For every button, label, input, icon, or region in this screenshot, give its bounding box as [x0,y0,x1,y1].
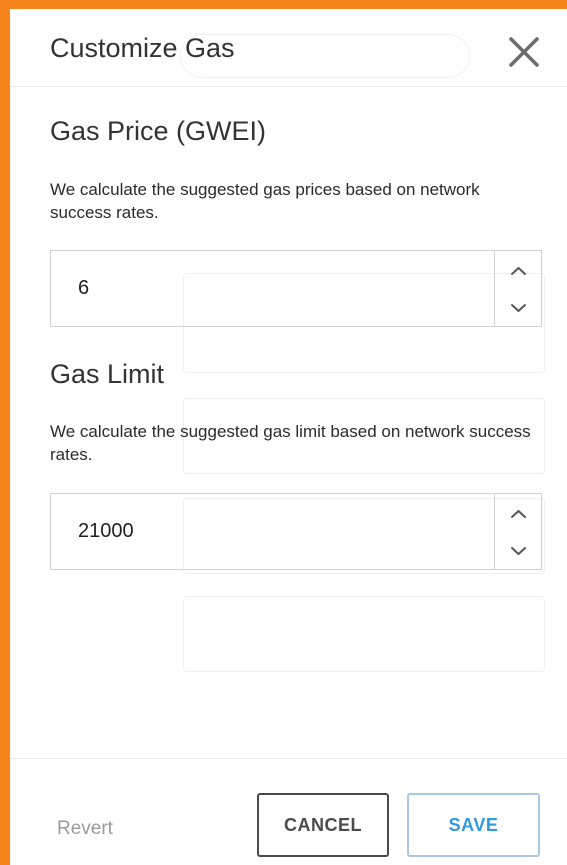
gas-limit-title: Gas Limit [50,359,165,389]
gas-price-decrement-button[interactable] [495,289,542,326]
gas-price-field [50,250,542,327]
gas-limit-input[interactable] [51,494,494,569]
accent-left-border [0,0,10,865]
gas-limit-stepper [494,494,541,569]
save-button[interactable]: SAVE [407,793,540,857]
gas-limit-field [50,493,542,570]
gas-limit-increment-button[interactable] [495,494,542,531]
gas-limit-decrement-button[interactable] [495,532,542,569]
gas-price-increment-button[interactable] [495,251,542,288]
chevron-up-icon [511,510,526,518]
modal-header: Customize Gas [10,9,567,87]
gas-price-title: Gas Price (GWEI) [50,116,267,146]
customize-gas-modal: Customize Gas Gas Price (GWEI) We calcul… [10,9,567,865]
gas-price-description: We calculate the suggested gas prices ba… [50,180,480,222]
chevron-down-icon [511,304,526,312]
modal-footer: Revert CANCEL SAVE [10,758,567,865]
gas-price-input[interactable] [51,251,494,326]
cancel-button[interactable]: CANCEL [257,793,389,857]
close-icon [509,37,539,67]
chevron-down-icon [511,547,526,555]
accent-top-border [0,0,567,9]
gas-price-stepper [494,251,541,326]
gas-limit-description: We calculate the suggested gas limit bas… [50,422,531,464]
chevron-up-icon [511,267,526,275]
close-button[interactable] [504,32,544,72]
modal-title: Customize Gas [50,33,235,63]
app-frame: Customize Gas Gas Price (GWEI) We calcul… [0,0,567,865]
revert-link[interactable]: Revert [57,818,113,840]
